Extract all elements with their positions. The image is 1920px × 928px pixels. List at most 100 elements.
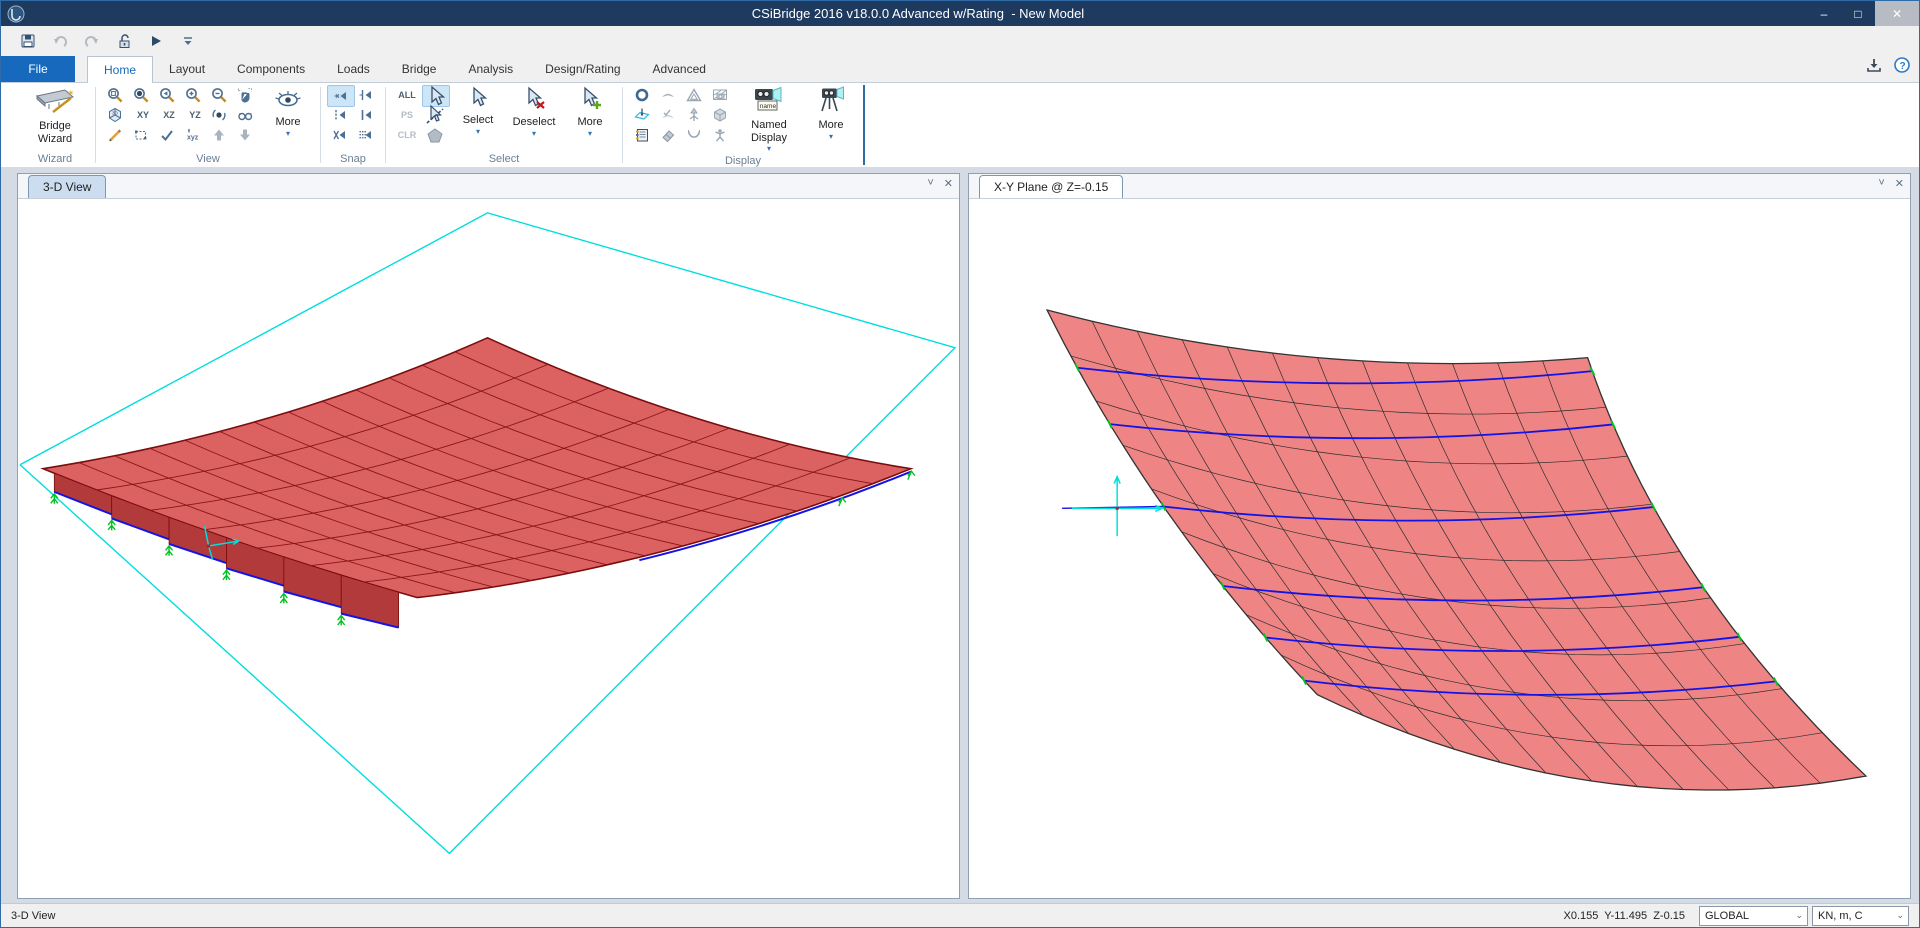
group-label-select: Select	[489, 152, 520, 167]
minimize-button[interactable]: –	[1807, 1, 1841, 26]
select-icon-grid: ALL PS CLR	[392, 85, 448, 145]
undo-icon[interactable]	[49, 30, 71, 52]
viewport-xy-plane[interactable]	[969, 199, 1910, 898]
ribbon-tabs: HomeLayoutComponentsLoadsBridgeAnalysisD…	[87, 56, 722, 82]
display-icon-grid	[629, 85, 733, 145]
tab-advanced[interactable]: Advanced	[637, 56, 722, 81]
saddle-icon[interactable]	[681, 125, 707, 145]
view-tab-xy-plane[interactable]: X-Y Plane @ Z=-0.15	[979, 175, 1123, 198]
units-dropdown[interactable]: KN, m, C⌄	[1812, 906, 1909, 926]
snap-x-icon[interactable]	[327, 125, 353, 145]
zoom-window-icon[interactable]	[128, 85, 154, 105]
save-icon[interactable]	[17, 30, 39, 52]
chevron-down-icon: ▾	[286, 130, 290, 138]
view-window-xy-header: X-Y Plane @ Z=-0.15 ˅ ✕	[969, 174, 1910, 199]
panel-menu-icon[interactable]: ˅	[927, 177, 933, 190]
view-more-button[interactable]: More ▾	[262, 85, 314, 139]
help-icon[interactable]: ?	[1893, 56, 1911, 79]
download-icon[interactable]	[1865, 56, 1883, 79]
tab-file[interactable]: File	[1, 56, 75, 82]
ribbon-tab-row: File HomeLayoutComponentsLoadsBridgeAnal…	[1, 56, 1919, 83]
notebook-icon[interactable]	[629, 125, 655, 145]
zoom-in-icon[interactable]	[180, 85, 206, 105]
zoom-out-icon[interactable]	[206, 85, 232, 105]
button-all[interactable]: ALL	[392, 85, 422, 105]
tab-analysis[interactable]: Analysis	[452, 56, 529, 81]
cursor-icon	[467, 86, 489, 113]
display-more-button[interactable]: More ▾	[805, 85, 857, 142]
jack-icon[interactable]	[707, 125, 733, 145]
select-more-button[interactable]: More ▾	[564, 85, 616, 139]
view-tab-3d[interactable]: 3-D View	[28, 175, 106, 198]
panel-close-icon[interactable]: ✕	[944, 177, 953, 190]
tri-icon[interactable]	[681, 85, 707, 105]
csys-dropdown[interactable]: GLOBAL⌄	[1699, 906, 1808, 926]
up-icon[interactable]	[206, 125, 232, 145]
label-yz: YZ	[189, 110, 201, 120]
tab-home[interactable]: Home	[87, 56, 153, 84]
lock-icon[interactable]	[113, 30, 135, 52]
tab-components[interactable]: Components	[221, 56, 321, 81]
zoom-extents-icon[interactable]	[102, 85, 128, 105]
button-ps[interactable]: PS	[392, 105, 422, 125]
redo-icon[interactable]	[81, 30, 103, 52]
chevron-down-icon: ⌄	[1791, 910, 1807, 921]
wing-check-icon[interactable]	[655, 105, 681, 125]
select-button[interactable]: Select ▾	[452, 85, 504, 137]
close-button[interactable]: ✕	[1875, 1, 1919, 26]
viewport-3d[interactable]	[18, 199, 959, 898]
snap-mid-icon[interactable]	[353, 85, 379, 105]
qa-more-icon[interactable]	[177, 30, 199, 52]
limits-icon[interactable]	[128, 125, 154, 145]
panel-menu-icon[interactable]: ˅	[1878, 177, 1884, 190]
deselect-button[interactable]: Deselect ▾	[508, 85, 560, 139]
pan-icon[interactable]	[232, 85, 258, 105]
snap-line-icon[interactable]	[353, 105, 379, 125]
button-clr[interactable]: CLR	[392, 125, 422, 145]
maximize-button[interactable]: □	[1841, 1, 1875, 26]
app-logo-icon	[3, 3, 29, 25]
snap-grid-icon[interactable]	[353, 125, 379, 145]
tree-icon[interactable]	[681, 105, 707, 125]
plane-arrow-icon[interactable]	[629, 105, 655, 125]
application-window: CSiBridge 2016 v18.0.0 Advanced w/Rating…	[0, 0, 1920, 928]
svg-text:xyz: xyz	[187, 135, 199, 142]
draw-icon[interactable]	[102, 125, 128, 145]
perspective-icon[interactable]	[232, 105, 258, 125]
view-window-xy-plane: X-Y Plane @ Z=-0.15 ˅ ✕	[968, 173, 1911, 899]
down-icon[interactable]	[232, 125, 258, 145]
svg-text:?: ?	[1900, 61, 1906, 72]
label-ps: PS	[401, 110, 413, 120]
ring-icon[interactable]	[629, 85, 655, 105]
eraser-icon[interactable]	[655, 125, 681, 145]
zoom-previous-icon[interactable]	[154, 85, 180, 105]
box-3d-icon[interactable]: 3D	[102, 105, 128, 125]
cam-hatch-icon[interactable]	[707, 85, 733, 105]
named-display-button[interactable]: name Named Display ▾	[737, 85, 801, 154]
run-icon[interactable]	[145, 30, 167, 52]
tab-bridge[interactable]: Bridge	[386, 56, 453, 81]
tab-loads[interactable]: Loads	[321, 56, 386, 81]
chevron-down-icon: ⌄	[1892, 910, 1908, 921]
panel-close-icon[interactable]: ✕	[1895, 177, 1904, 190]
snap-perp-icon[interactable]	[327, 105, 353, 125]
tab-design-rating[interactable]: Design/Rating	[529, 56, 636, 81]
tab-layout[interactable]: Layout	[153, 56, 221, 81]
bridge-wizard-button[interactable]: ✶ Bridge Wizard	[21, 85, 89, 146]
svg-text:✶: ✶	[67, 88, 75, 98]
label-clr: CLR	[398, 130, 417, 140]
check-icon[interactable]	[154, 125, 180, 145]
pointer-slash-icon[interactable]	[422, 105, 448, 125]
snap-points-icon[interactable]	[327, 85, 355, 107]
view-window-3d: 3-D View ˅ ✕	[17, 173, 960, 899]
label-all: ALL	[398, 90, 416, 100]
rotate-icon[interactable]	[206, 105, 232, 125]
xyz-axes-icon[interactable]: xyz	[180, 125, 206, 145]
snap-icon-grid	[327, 85, 379, 145]
model-view-area: 3-D View ˅ ✕ X-Y Plane @ Z=-0.15 ˅ ✕	[1, 167, 1919, 903]
wing-icon[interactable]	[655, 85, 681, 105]
cube-icon[interactable]	[707, 105, 733, 125]
chevron-down-icon: ▾	[767, 145, 771, 153]
poly-icon[interactable]	[422, 125, 448, 145]
view-icon-grid: 3DXYXZYZxyz	[102, 85, 258, 145]
